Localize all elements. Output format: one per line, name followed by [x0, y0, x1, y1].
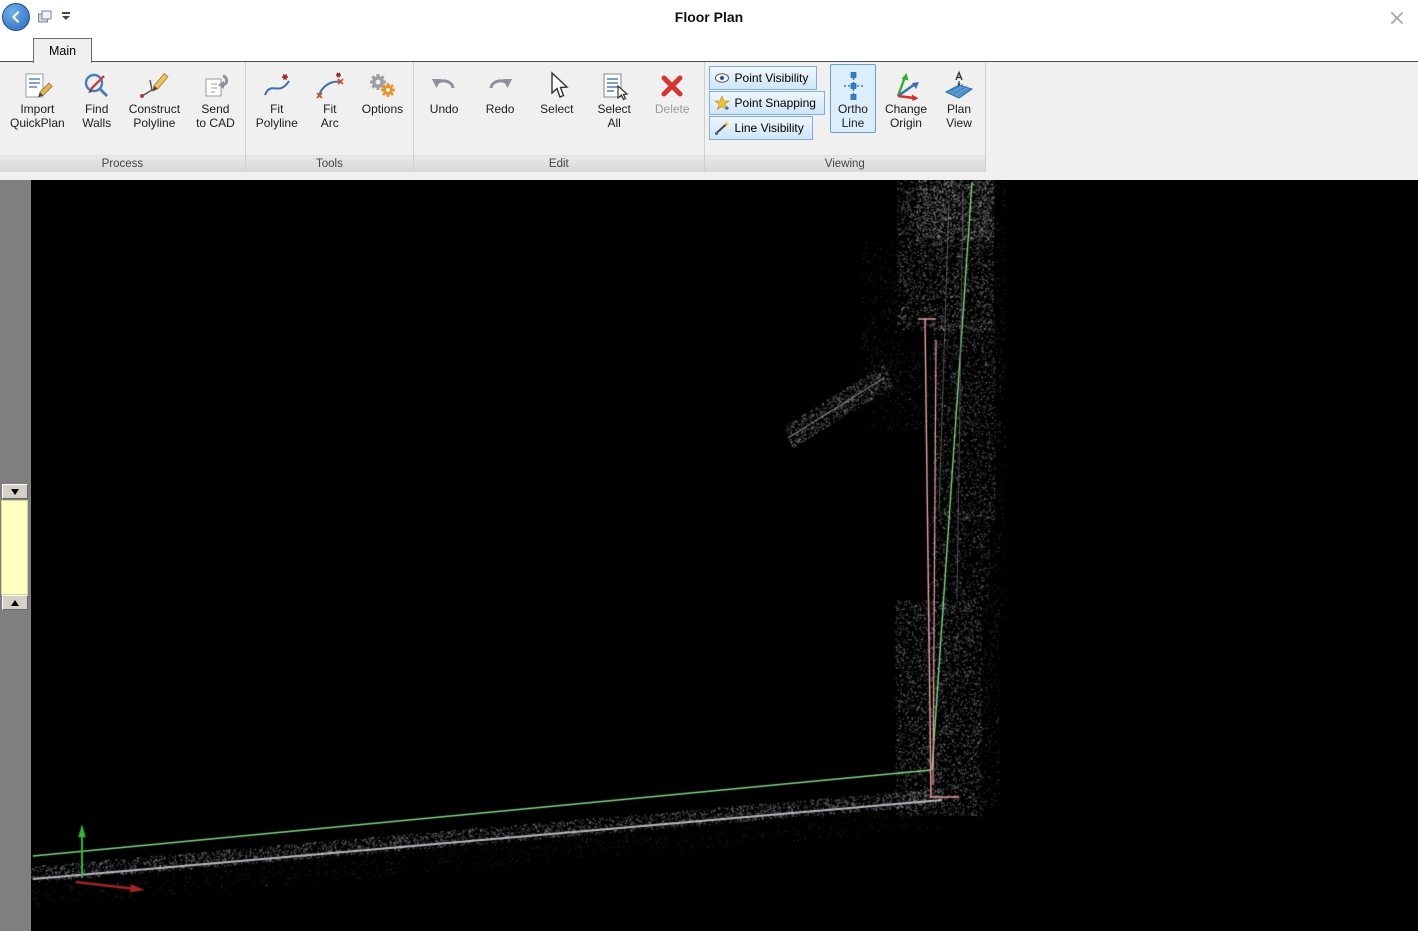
button-label: All [608, 116, 621, 130]
construct-polyline-button[interactable]: Construct Polyline [122, 64, 187, 133]
floorplan-viewport [31, 180, 1418, 931]
quick-access-caret-icon[interactable] [62, 12, 72, 22]
send-to-cad-button[interactable]: Send to CAD [189, 64, 242, 133]
button-label: Origin [890, 116, 922, 130]
button-label: View [946, 116, 972, 130]
floor-plan-window: Floor Plan Main [0, 0, 1418, 931]
toggle-label: Point Visibility [735, 71, 809, 85]
button-label: Redo [486, 102, 515, 116]
app-window-icon[interactable] [37, 9, 53, 25]
button-label: Plan [947, 102, 971, 116]
select-button[interactable]: Select [533, 64, 580, 119]
select-all-button[interactable]: Select All [591, 64, 638, 133]
button-label: Ortho [838, 102, 868, 116]
change-origin-icon [890, 70, 922, 102]
import-quickplan-icon [21, 70, 53, 102]
toggle-label: Point Snapping [735, 96, 816, 110]
close-button[interactable] [1386, 7, 1408, 29]
back-button[interactable] [2, 3, 30, 31]
button-label: to CAD [196, 116, 235, 130]
button-label: Import [20, 102, 54, 116]
group-label-process: Process [0, 155, 245, 172]
slider-up-button[interactable] [2, 595, 28, 610]
redo-icon [484, 70, 516, 102]
options-button[interactable]: Options [355, 64, 410, 119]
button-label: Construct [129, 102, 180, 116]
ortho-line-icon [837, 70, 869, 102]
find-walls-icon [81, 70, 113, 102]
triangle-up-icon [11, 600, 19, 606]
button-label: Polyline [133, 116, 175, 130]
button-label: Walls [82, 116, 111, 130]
delete-button[interactable]: Delete [648, 64, 697, 119]
change-origin-button[interactable]: Change Origin [878, 64, 934, 133]
button-label: Line [842, 116, 865, 130]
delete-icon [656, 70, 688, 102]
group-label-edit: Edit [414, 155, 703, 172]
select-icon [541, 70, 573, 102]
window-title: Floor Plan [0, 0, 1418, 35]
button-label: Arc [321, 116, 339, 130]
button-label: Select [598, 102, 631, 116]
point-snapping-icon [714, 95, 730, 111]
button-label: Fit [270, 102, 283, 116]
triangle-down-icon [11, 489, 19, 495]
fit-arc-icon [314, 70, 346, 102]
redo-button[interactable]: Redo [477, 64, 523, 119]
options-icon [366, 70, 398, 102]
button-label: Fit [323, 102, 336, 116]
titlebar: Floor Plan [0, 0, 1418, 35]
group-label-viewing: Viewing [705, 155, 985, 172]
construct-polyline-icon [138, 70, 170, 102]
button-label: Options [362, 102, 403, 116]
ribbon-tabstrip: Main [0, 35, 1418, 62]
close-icon [1390, 11, 1404, 25]
floorplan-viewport-canvas[interactable] [31, 180, 1418, 931]
button-label: QuickPlan [10, 116, 65, 130]
find-walls-button[interactable]: Find Walls [74, 64, 120, 133]
button-label: Send [201, 102, 229, 116]
slider-down-button[interactable] [2, 484, 28, 499]
button-label: Undo [430, 102, 459, 116]
group-label-tools: Tools [246, 155, 413, 172]
ribbon-group-tools: Fit Polyline Fit Arc [246, 62, 414, 172]
button-label: Select [540, 102, 573, 116]
import-quickplan-button[interactable]: Import QuickPlan [3, 64, 72, 133]
slider-range[interactable] [1, 500, 28, 595]
workarea [0, 180, 1418, 931]
button-label: Find [85, 102, 108, 116]
ribbon-group-viewing: Point Visibility Point Snapping [705, 62, 986, 172]
plan-view-button[interactable]: Plan View [936, 64, 982, 133]
undo-button[interactable]: Undo [421, 64, 467, 119]
point-visibility-toggle[interactable]: Point Visibility [709, 66, 818, 90]
back-arrow-icon [8, 9, 24, 25]
ortho-line-button[interactable]: Ortho Line [830, 64, 876, 133]
viewing-toggle-column: Point Visibility Point Snapping [707, 64, 829, 141]
line-visibility-icon [714, 120, 730, 136]
tab-main[interactable]: Main [33, 38, 92, 63]
toggle-label: Line Visibility [735, 121, 804, 135]
plan-view-icon [943, 70, 975, 102]
point-snapping-toggle[interactable]: Point Snapping [709, 91, 825, 115]
fit-polyline-icon [261, 70, 293, 102]
ribbon-group-process: Import QuickPlan Find Walls [0, 62, 246, 172]
ribbon: Import QuickPlan Find Walls [0, 62, 1418, 172]
ribbon-group-edit: Undo Redo [414, 62, 704, 172]
button-label: Polyline [256, 116, 298, 130]
fit-polyline-button[interactable]: Fit Polyline [249, 64, 305, 133]
button-label: Change [885, 102, 927, 116]
fit-arc-button[interactable]: Fit Arc [307, 64, 353, 133]
line-visibility-toggle[interactable]: Line Visibility [709, 116, 813, 140]
point-visibility-icon [714, 70, 730, 86]
elevation-slider [0, 180, 31, 931]
undo-icon [428, 70, 460, 102]
select-all-icon [598, 70, 630, 102]
button-label: Delete [655, 102, 690, 116]
send-to-cad-icon [199, 70, 231, 102]
